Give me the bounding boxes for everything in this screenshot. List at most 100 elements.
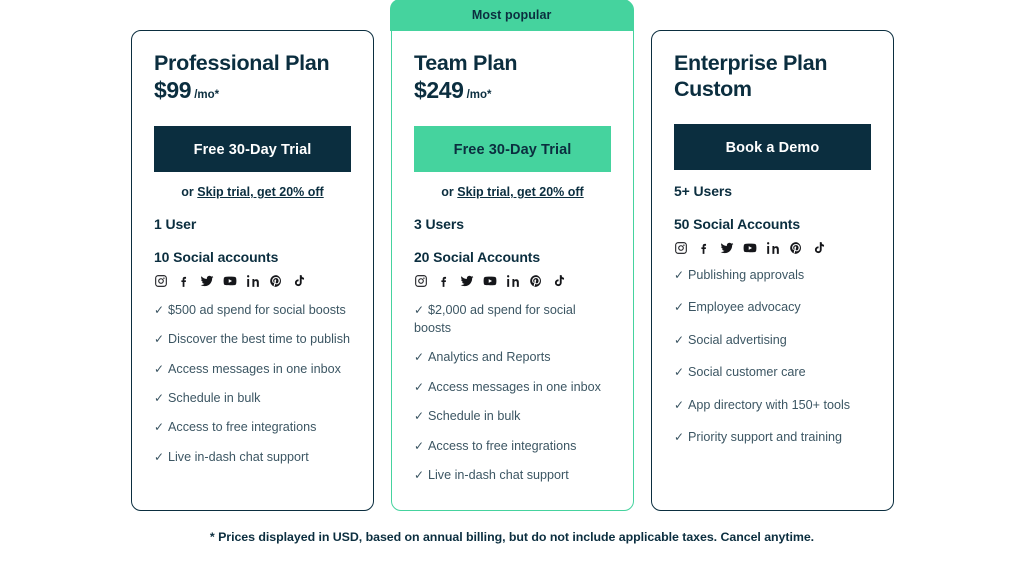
feature-label: Analytics and Reports xyxy=(428,350,551,365)
plan-price: $99 xyxy=(154,77,192,104)
plan-price-row: Custom xyxy=(674,77,871,102)
skip-prefix: or xyxy=(441,184,458,199)
cta-free-trial-team[interactable]: Free 30-Day Trial xyxy=(414,125,611,172)
skip-trial-link-team[interactable]: Skip trial, get 20% off xyxy=(457,185,583,199)
feature-label: Schedule in bulk xyxy=(428,409,521,424)
feature-label: Access to free integrations xyxy=(168,420,317,435)
feature-item: ✓ Live in-dash chat support xyxy=(414,466,611,484)
twitter-icon xyxy=(460,274,474,288)
feature-item: ✓ Access to free integrations xyxy=(414,437,611,455)
feature-item: ✓ Publishing approvals xyxy=(674,266,871,284)
check-icon: ✓ xyxy=(414,468,425,482)
linkedin-icon xyxy=(506,274,520,288)
plan-price: Custom xyxy=(674,77,752,102)
plan-users-enterprise: 5+ Users xyxy=(674,183,732,200)
feature-item: ✓ Schedule in bulk xyxy=(414,407,611,425)
check-icon: ✓ xyxy=(154,361,165,376)
feature-label: Live in-dash chat support xyxy=(168,449,309,464)
feature-item: ✓ Social advertising xyxy=(674,331,871,349)
feature-list-professional: ✓ $500 ad spend for social boosts ✓ Discov… xyxy=(154,301,351,466)
feature-label: Schedule in bulk xyxy=(168,390,261,405)
feature-item: ✓ Priority support and training xyxy=(674,428,871,446)
check-icon: ✓ xyxy=(154,302,165,317)
feature-label: Social customer care xyxy=(688,365,806,380)
feature-item: ✓ Discover the best time to publish xyxy=(154,330,351,348)
social-icon-row-professional xyxy=(154,273,351,289)
feature-label: Live in-dash chat support xyxy=(428,468,569,482)
facebook-icon xyxy=(177,274,191,288)
feature-label: Access messages in one inbox xyxy=(428,379,601,394)
check-icon: ✓ xyxy=(414,438,425,453)
plan-price-row: $249 /mo* xyxy=(414,77,611,103)
youtube-icon xyxy=(223,274,237,288)
pinterest-icon xyxy=(529,274,543,288)
feature-label: Social advertising xyxy=(688,332,787,347)
check-icon: ✓ xyxy=(674,300,685,315)
instagram-icon xyxy=(154,274,168,288)
feature-item: ✓ App directory with 150+ tools xyxy=(674,396,871,414)
feature-item: ✓ Analytics and Reports xyxy=(414,348,611,366)
check-icon: ✓ xyxy=(674,430,685,445)
pricing-footnote: * Prices displayed in USD, based on annu… xyxy=(209,530,815,544)
check-icon: ✓ xyxy=(674,332,685,347)
pricing-table: Professional Plan $99 /mo* Free 30-Day T… xyxy=(0,0,1024,570)
plan-price-suffix: /mo* xyxy=(466,89,492,102)
tiktok-icon xyxy=(812,241,826,255)
feature-item: ✓ Schedule in bulk xyxy=(154,389,351,407)
social-icon-row-enterprise xyxy=(674,240,871,256)
feature-item: ✓ Live in-dash chat support xyxy=(154,448,351,466)
skip-trial-link-professional[interactable]: Skip trial, get 20% off xyxy=(197,185,323,199)
feature-item: ✓ $500 ad spend for social boosts xyxy=(154,301,351,319)
instagram-icon xyxy=(414,274,428,288)
plan-price-suffix: /mo* xyxy=(194,89,220,102)
cta-free-trial-professional[interactable]: Free 30-Day Trial xyxy=(154,125,351,172)
feature-item: ✓ Employee advocacy xyxy=(674,298,871,316)
skip-prefix: or xyxy=(181,184,198,199)
plan-price: $249 xyxy=(414,77,464,104)
feature-list-enterprise: ✓ Publishing approvals ✓ Employee advocacy… xyxy=(674,266,871,446)
check-icon: ✓ xyxy=(674,365,685,380)
check-icon: ✓ xyxy=(414,350,425,365)
plan-title: Professional Plan xyxy=(154,51,330,75)
feature-label: Access to free integrations xyxy=(428,438,577,453)
feature-item: ✓ Access messages in one inbox xyxy=(154,360,351,378)
check-icon: ✓ xyxy=(414,409,425,424)
feature-list-team: ✓ $2,000 ad spend for social boosts ✓ Anal… xyxy=(414,301,611,485)
facebook-icon xyxy=(437,274,451,288)
check-icon: ✓ xyxy=(154,332,165,347)
skip-trial-line-team: or Skip trial, get 20% off xyxy=(414,185,611,199)
social-icon-row-team xyxy=(414,273,611,289)
feature-item: ✓ Access messages in one inbox xyxy=(414,378,611,396)
feature-label: Publishing approvals xyxy=(688,268,805,283)
instagram-icon xyxy=(674,241,688,255)
check-icon: ✓ xyxy=(414,302,425,317)
plan-card-enterprise: Enterprise Plan Custom Book a Demo 5+ Us… xyxy=(651,30,894,511)
check-icon: ✓ xyxy=(674,397,685,412)
skip-trial-line-professional: or Skip trial, get 20% off xyxy=(154,185,351,199)
twitter-icon xyxy=(200,274,214,288)
plan-accounts-enterprise: 50 Social Accounts xyxy=(674,216,801,233)
pinterest-icon xyxy=(269,274,283,288)
feature-item: ✓ $2,000 ad spend for social boosts xyxy=(414,301,611,338)
plan-users-professional: 1 User xyxy=(154,215,197,232)
plan-price-row: $99 /mo* xyxy=(154,77,351,103)
check-icon: ✓ xyxy=(414,379,425,394)
check-icon: ✓ xyxy=(154,390,165,405)
feature-label: Priority support and training xyxy=(688,430,843,445)
feature-label: Discover the best time to publish xyxy=(168,332,350,347)
plan-card-team: Most popular Team Plan $249 /mo* Free 30… xyxy=(390,0,634,511)
check-icon: ✓ xyxy=(154,420,165,435)
feature-label: $2,000 ad spend for social boosts xyxy=(414,302,576,336)
check-icon: ✓ xyxy=(674,268,685,283)
feature-item: ✓ Social customer care xyxy=(674,363,871,381)
feature-label: $500 ad spend for social boosts xyxy=(168,302,346,317)
pinterest-icon xyxy=(789,241,803,255)
check-icon: ✓ xyxy=(154,449,165,464)
feature-label: Access messages in one inbox xyxy=(168,361,341,376)
facebook-icon xyxy=(697,241,711,255)
feature-label: Employee advocacy xyxy=(688,300,801,315)
youtube-icon xyxy=(483,274,497,288)
cta-book-demo-enterprise[interactable]: Book a Demo xyxy=(674,124,871,171)
plan-title: Team Plan xyxy=(414,51,518,75)
linkedin-icon xyxy=(766,241,780,255)
